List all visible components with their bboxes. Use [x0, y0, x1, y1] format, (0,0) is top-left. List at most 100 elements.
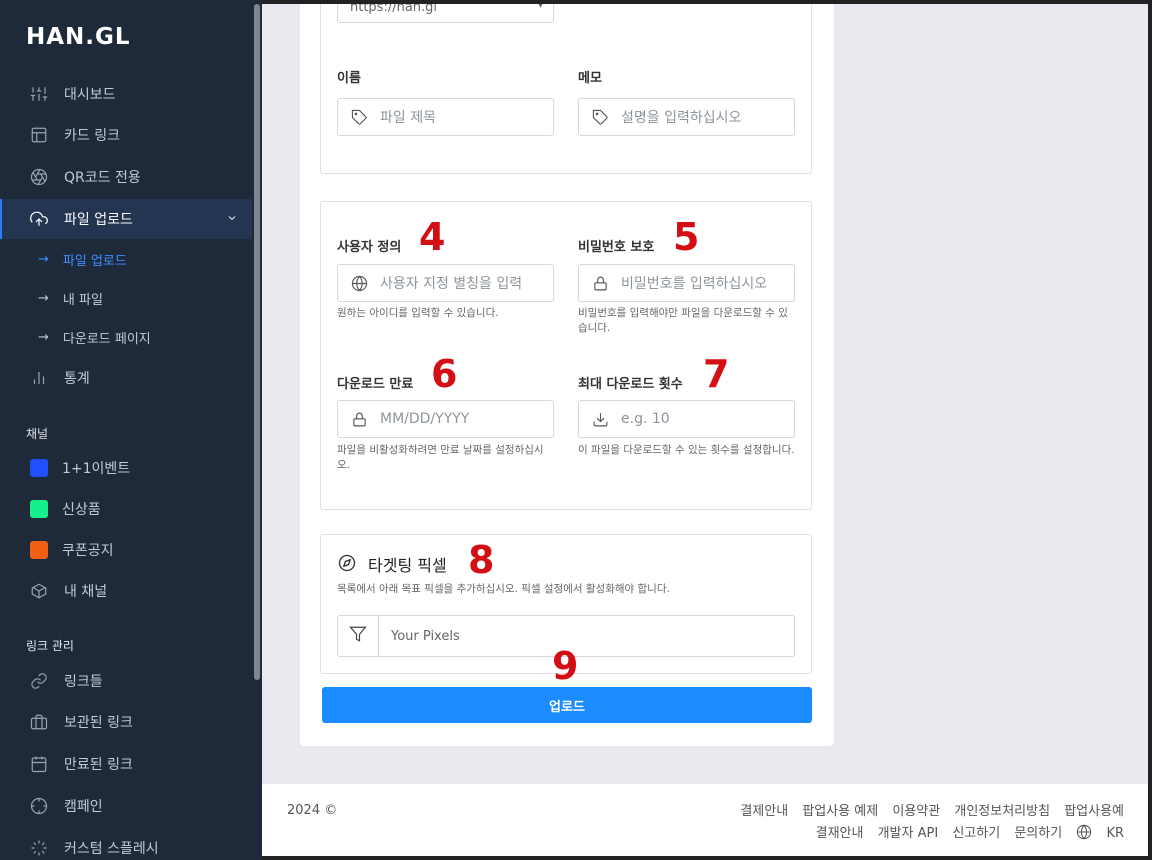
sidebar-item-label: 보관된 링크 [64, 715, 133, 731]
sidebar-subitem-file-upload[interactable]: → 파일 업로드 [0, 241, 252, 277]
footer-link[interactable]: 결제안내 [740, 804, 788, 819]
sidebar-item-custom-splash[interactable]: 커스텀 스플레시 [0, 828, 252, 860]
lock-icon [591, 274, 609, 292]
annotation-number: 7 [703, 352, 730, 396]
memo-input[interactable]: 설명을 입력하십시오 [578, 98, 795, 136]
annotation-number: 8 [468, 538, 495, 582]
section-label-links: 링크 관리 [26, 639, 74, 653]
crosshair-icon [30, 797, 48, 815]
filter-button[interactable] [337, 615, 379, 657]
targeting-pixels-title: 타겟팅 픽셀 [368, 556, 447, 575]
name-input[interactable]: 파일 제목 [337, 98, 554, 136]
upload-cloud-icon [30, 210, 48, 228]
sidebar-item-label: 링크들 [64, 674, 103, 690]
channel-label: 쿠폰공지 [62, 543, 114, 559]
annotation-number: 5 [673, 215, 700, 259]
channel-label: 1+1이벤트 [62, 461, 131, 477]
globe-icon [1077, 824, 1092, 840]
sidebar-item-label: 내 채널 [64, 584, 108, 600]
alias-hint: 원하는 아이디를 입력할 수 있습니다. [337, 307, 499, 319]
sidebar-item-label: 파일 업로드 [64, 212, 133, 228]
sidebar-subitem-my-files[interactable]: → 내 파일 [0, 280, 252, 316]
sidebar-item-campaign[interactable]: 캠페인 [0, 786, 252, 826]
briefcase-icon [30, 713, 48, 731]
sidebar-item-qr[interactable]: QR코드 전용 [0, 157, 252, 197]
footer-link[interactable]: 팝업사용 예제 [802, 804, 878, 819]
sidebar-item-dashboard[interactable]: 대시보드 [0, 74, 252, 114]
main-content: https://han.gl ▾ 이름 파일 제목 메모 설명을 입력하십시오 … [262, 4, 1148, 856]
sidebar-item-label: 캠페인 [64, 799, 103, 815]
max-downloads-placeholder: e.g. 10 [621, 411, 670, 427]
pixels-select-placeholder: Your Pixels [391, 628, 460, 644]
pixels-select[interactable]: Your Pixels [378, 615, 795, 657]
max-downloads-hint: 이 파일을 다운로드할 수 있는 횟수를 설정합니다. [578, 444, 795, 456]
name-input-placeholder: 파일 제목 [380, 110, 436, 126]
language-selector[interactable]: KR [1076, 824, 1124, 841]
expiry-date-input[interactable]: MM/DD/YYYY [337, 400, 554, 438]
upload-form-card: https://han.gl ▾ 이름 파일 제목 메모 설명을 입력하십시오 … [300, 4, 834, 746]
sidebar-item-card-link[interactable]: 카드 링크 [0, 115, 252, 155]
footer-link[interactable]: 팝업사용예 [1064, 804, 1124, 819]
footer: 2024 © 결제안내 팝업사용 예제 이용약관 개인정보처리방침 팝업사용예 … [262, 784, 1148, 856]
footer-link[interactable]: 이용약관 [892, 804, 940, 819]
sidebar-scrollbar[interactable] [254, 4, 260, 680]
logo[interactable]: HAN.GL [26, 24, 131, 50]
filter-icon [349, 625, 367, 647]
domain-select[interactable]: https://han.gl ▾ [337, 4, 554, 23]
sidebar-channel-event[interactable]: 1+1이벤트 [0, 449, 252, 487]
sidebar-item-label: 만료된 링크 [64, 757, 133, 773]
channel-label: 신상품 [62, 502, 101, 518]
footer-link[interactable]: 결재안내 [816, 826, 864, 841]
arrow-right-icon: → [38, 329, 49, 345]
sidebar-channel-coupon[interactable]: 쿠폰공지 [0, 531, 252, 569]
basic-info-panel: https://han.gl ▾ 이름 파일 제목 메모 설명을 입력하십시오 [320, 4, 812, 174]
max-downloads-input[interactable]: e.g. 10 [578, 400, 795, 438]
alias-input-placeholder: 사용자 지정 별칭을 입력 [380, 276, 523, 292]
footer-link[interactable]: 개발자 API [878, 826, 939, 841]
download-icon [591, 410, 609, 428]
tag-icon [350, 108, 368, 126]
footer-copyright: 2024 © [287, 803, 338, 818]
footer-link[interactable]: 개인정보처리방침 [954, 804, 1050, 819]
sidebar-item-label: 통계 [64, 371, 90, 387]
alias-input[interactable]: 사용자 지정 별칭을 입력 [337, 264, 554, 302]
sidebar-subitem-label: 내 파일 [62, 292, 103, 308]
chevron-down-icon: ▾ [537, 4, 543, 11]
chevron-down-icon [226, 212, 238, 224]
sidebar-item-archived-links[interactable]: 보관된 링크 [0, 702, 252, 742]
sidebar-item-stats[interactable]: 통계 [0, 358, 252, 398]
alias-label: 사용자 정의 [337, 240, 402, 255]
sidebar-subitem-label: 파일 업로드 [62, 253, 127, 269]
password-input-placeholder: 비밀번호를 입력하십시오 [621, 276, 768, 292]
sidebar-subitem-download-page[interactable]: → 다운로드 페이지 [0, 319, 252, 355]
upload-button[interactable]: 업로드 [322, 687, 812, 723]
targeting-pixels-description: 목록에서 아래 목표 픽셀을 추가하십시오. 픽셀 설정에서 활성화해야 합니다… [337, 583, 670, 595]
sidebar-item-label: 대시보드 [64, 87, 116, 103]
annotation-number: 6 [431, 352, 458, 396]
sidebar-channel-new-product[interactable]: 신상품 [0, 490, 252, 528]
section-label-channels: 채널 [26, 427, 49, 441]
channel-color-swatch [30, 500, 48, 518]
tag-icon [591, 108, 609, 126]
sidebar-item-file-upload[interactable]: 파일 업로드 [0, 199, 252, 239]
sidebar-item-links[interactable]: 링크들 [0, 661, 252, 701]
annotation-number: 4 [419, 215, 446, 259]
password-hint: 비밀번호를 입력해야만 파일을 다운로드할 수 있습니다. [578, 307, 788, 334]
domain-select-value: https://han.gl [350, 4, 438, 15]
sidebar-subitem-label: 다운로드 페이지 [62, 331, 151, 347]
password-input[interactable]: 비밀번호를 입력하십시오 [578, 264, 795, 302]
footer-link[interactable]: 신고하기 [952, 826, 1000, 841]
sidebar-item-expired-links[interactable]: 만료된 링크 [0, 744, 252, 784]
compass-icon [338, 554, 356, 572]
expiry-date-placeholder: MM/DD/YYYY [380, 411, 470, 427]
expiry-label: 다운로드 만료 [337, 377, 414, 392]
password-label: 비밀번호 보호 [578, 240, 655, 255]
box-icon [30, 582, 48, 600]
aperture-icon [30, 168, 48, 186]
sidebar-item-my-channel[interactable]: 내 채널 [0, 571, 252, 611]
globe-icon [350, 274, 368, 292]
expiry-hint: 파일을 비활성화하려면 만료 날짜를 설정하십시오. [337, 444, 544, 471]
arrow-right-icon: → [38, 251, 49, 267]
sidebar-item-label: 커스텀 스플레시 [64, 841, 159, 857]
footer-link[interactable]: 문의하기 [1014, 826, 1062, 841]
